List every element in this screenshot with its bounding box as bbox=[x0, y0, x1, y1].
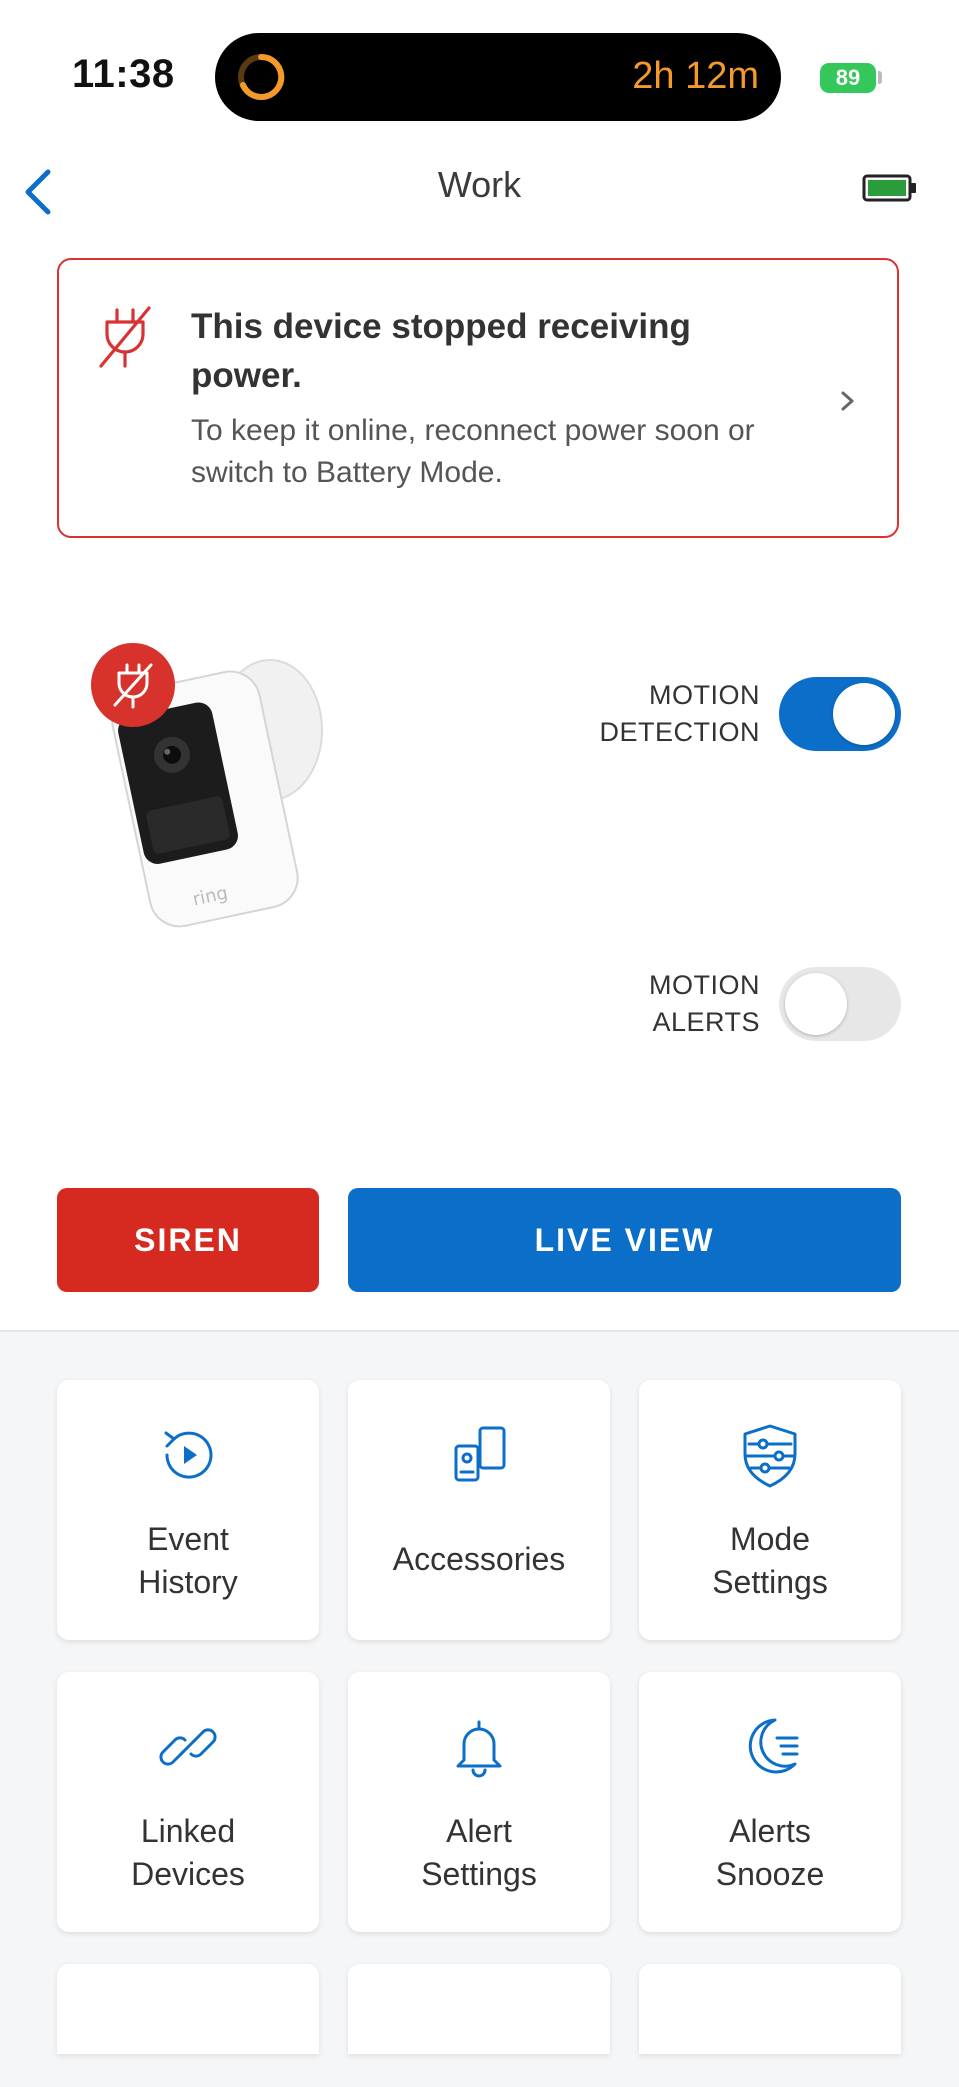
unplugged-icon bbox=[113, 663, 153, 709]
tile-label-line2: Devices bbox=[131, 1856, 245, 1892]
tile-label-line1: Linked bbox=[140, 1813, 236, 1849]
tile-label: Alerts Snooze bbox=[639, 1810, 901, 1896]
dynamic-island[interactable]: 2h 12m bbox=[215, 33, 781, 121]
tile-label-line2: Snooze bbox=[715, 1856, 825, 1892]
motion-detection-label: MOTION DETECTION bbox=[560, 677, 760, 751]
tile-label: Alert Settings bbox=[348, 1810, 610, 1896]
motion-alerts-toggle[interactable] bbox=[779, 967, 901, 1041]
unplugged-icon bbox=[99, 306, 151, 368]
link-icon bbox=[159, 1728, 217, 1766]
bell-icon bbox=[456, 1720, 502, 1778]
snooze-moon-icon bbox=[748, 1718, 799, 1774]
alert-title: This device stopped receiving power. bbox=[191, 307, 691, 395]
toggle-knob bbox=[785, 973, 847, 1035]
tile-label: Linked Devices bbox=[57, 1810, 319, 1896]
status-bar: 11:38 2h 12m 89 bbox=[0, 0, 959, 150]
tile-linked-devices[interactable]: Linked Devices bbox=[57, 1672, 319, 1932]
history-icon bbox=[164, 1431, 213, 1479]
tile-event-history[interactable]: Event History bbox=[57, 1380, 319, 1640]
tile-label-line1: Accessories bbox=[392, 1541, 566, 1577]
tile-label-line2: History bbox=[138, 1564, 238, 1600]
tile-label-line2: Settings bbox=[421, 1856, 537, 1892]
power-alert-banner[interactable]: This device stopped receiving power. To … bbox=[57, 258, 899, 538]
tile-label-line1: Mode bbox=[729, 1521, 811, 1557]
tile-label-line2: Settings bbox=[712, 1564, 828, 1600]
toggle-knob bbox=[833, 683, 895, 745]
page-title: Work bbox=[437, 164, 522, 205]
battery-indicator: 89 bbox=[820, 63, 876, 93]
tile-accessories[interactable]: Accessories bbox=[348, 1380, 610, 1640]
alert-body: To keep it online, reconnect power soon … bbox=[191, 414, 755, 489]
timer-text: 2h 12m bbox=[632, 55, 759, 97]
status-time: 11:38 bbox=[72, 52, 175, 96]
feature-grid: Event History Accessories Mode Settings … bbox=[0, 1330, 959, 2087]
motion-alerts-label-line1: MOTION bbox=[649, 970, 760, 1000]
motion-detection-label-line2: DETECTION bbox=[599, 717, 760, 747]
tile-label: Event History bbox=[57, 1518, 319, 1604]
tile-label-line1: Event bbox=[147, 1521, 229, 1557]
siren-button[interactable]: SIREN bbox=[57, 1188, 319, 1292]
tile-label: Mode Settings bbox=[639, 1518, 901, 1604]
tile-alerts-snooze[interactable]: Alerts Snooze bbox=[639, 1672, 901, 1932]
tile-mode-settings[interactable]: Mode Settings bbox=[639, 1380, 901, 1640]
motion-detection-label-line1: MOTION bbox=[649, 680, 760, 710]
tile-alert-settings[interactable]: Alert Settings bbox=[348, 1672, 610, 1932]
tile-partial[interactable] bbox=[348, 1964, 610, 2054]
motion-detection-toggle[interactable] bbox=[779, 677, 901, 751]
tile-label-line1: Alerts bbox=[729, 1813, 811, 1849]
battery-nub bbox=[878, 71, 882, 84]
tile-partial[interactable] bbox=[57, 1964, 319, 2054]
mode-settings-icon bbox=[743, 1424, 797, 1488]
motion-alerts-label-line2: ALERTS bbox=[652, 1007, 760, 1037]
no-power-badge bbox=[91, 643, 175, 727]
tile-label: Accessories bbox=[348, 1538, 610, 1581]
live-view-button[interactable]: LIVE VIEW bbox=[348, 1188, 901, 1292]
tile-partial[interactable] bbox=[639, 1964, 901, 2054]
nav-bar: Work bbox=[0, 150, 959, 240]
chevron-right-icon bbox=[841, 391, 854, 411]
device-battery-icon[interactable] bbox=[862, 170, 918, 206]
motion-alerts-label: MOTION ALERTS bbox=[560, 967, 760, 1041]
timer-ring-icon bbox=[238, 53, 285, 100]
accessories-icon bbox=[454, 1426, 506, 1482]
battery-percent: 89 bbox=[835, 65, 861, 90]
tile-label-line1: Alert bbox=[446, 1813, 512, 1849]
